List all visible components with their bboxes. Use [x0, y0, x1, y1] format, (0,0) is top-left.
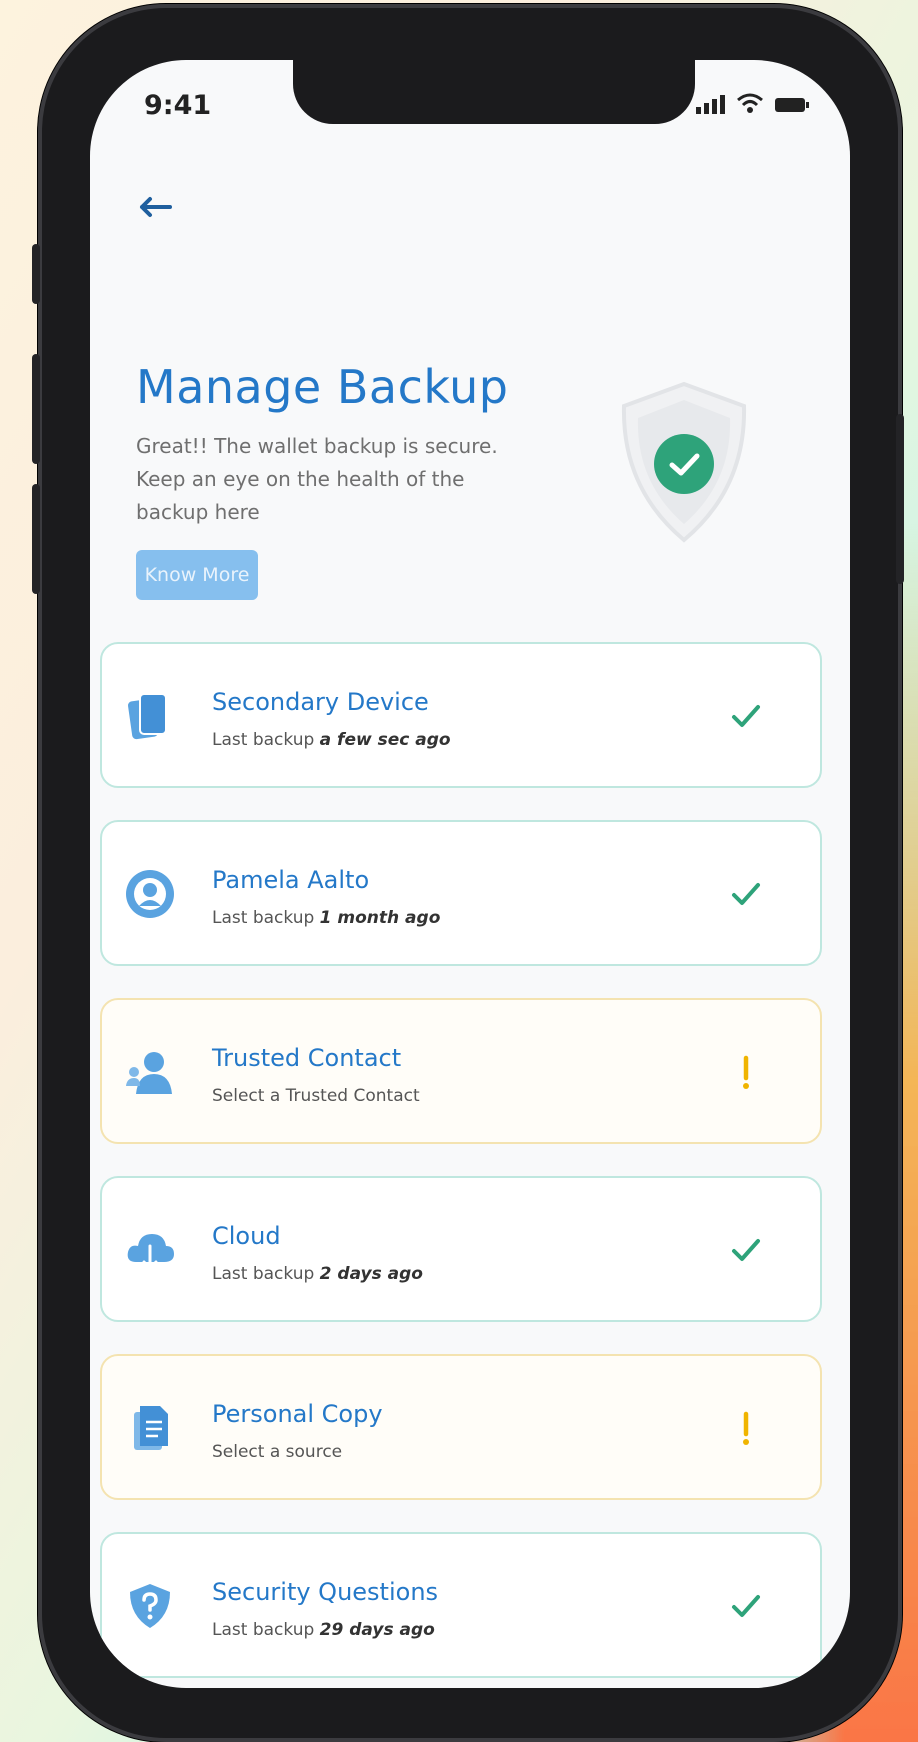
volume-down-button [32, 484, 40, 594]
backup-card-security-questions[interactable]: Security Questions Last backup 29 days ag… [100, 1532, 822, 1678]
backup-detail-time: 1 month ago [319, 908, 441, 928]
backup-detail-time: 29 days ago [319, 1620, 435, 1640]
backup-card-cloud[interactable]: Cloud Last backup 2 days ago [100, 1176, 822, 1322]
app-screen: 9:41 Manage Backup Great!! The wallet ba… [90, 60, 850, 1688]
backup-detail: Select a source [212, 1442, 342, 1462]
backup-detail-prefix: Last backup [212, 1264, 315, 1284]
shield-check-icon [621, 381, 747, 543]
contact-avatar-icon [124, 868, 176, 920]
trusted-contact-icon [124, 1046, 176, 1098]
wifi-icon [737, 93, 763, 113]
checkmark-icon [728, 1588, 764, 1624]
volume-up-button [32, 354, 40, 464]
backup-detail-prefix: Last backup [212, 1620, 315, 1640]
backup-detail-prefix: Last backup [212, 908, 315, 928]
backup-detail: Last backup a few sec ago [212, 730, 451, 750]
backup-card-pamela-aalto[interactable]: Pamela Aalto Last backup 1 month ago [100, 820, 822, 966]
checkmark-icon [728, 698, 764, 734]
status-icons [696, 92, 810, 114]
power-button [896, 414, 904, 584]
backup-name: Cloud [212, 1222, 281, 1250]
phone-frame: 9:41 Manage Backup Great!! The wallet ba… [32, 4, 904, 1742]
backup-name: Security Questions [212, 1578, 439, 1606]
backup-detail: Last backup 1 month ago [212, 908, 440, 928]
back-arrow-icon[interactable] [134, 192, 174, 222]
backup-methods-list: Secondary Device Last backup a few sec ag… [100, 642, 822, 1688]
backup-detail-prefix: Last backup [212, 730, 315, 750]
device-icon [124, 690, 176, 742]
backup-detail-time: 2 days ago [319, 1264, 423, 1284]
backup-name: Pamela Aalto [212, 866, 370, 894]
backup-name: Personal Copy [212, 1400, 383, 1428]
notch [293, 60, 695, 124]
backup-detail: Last backup 29 days ago [212, 1620, 435, 1640]
shield-question-icon [124, 1580, 176, 1632]
warning-icon [728, 1054, 764, 1090]
backup-name: Trusted Contact [212, 1044, 402, 1072]
document-icon [124, 1402, 176, 1454]
backup-detail-prefix: Select a source [212, 1442, 343, 1462]
status-time: 9:41 [144, 90, 212, 121]
warning-icon [728, 1410, 764, 1446]
mute-switch [32, 244, 40, 304]
backup-name: Secondary Device [212, 688, 429, 716]
battery-icon [775, 98, 809, 112]
backup-card-secondary-device[interactable]: Secondary Device Last backup a few sec ag… [100, 642, 822, 788]
backup-detail: Last backup 2 days ago [212, 1264, 423, 1284]
cloud-icon [124, 1224, 176, 1276]
checkmark-icon [728, 1232, 764, 1268]
backup-detail: Select a Trusted Contact [212, 1086, 420, 1106]
backup-detail-time: a few sec ago [319, 730, 451, 750]
page-title: Manage Backup [136, 360, 509, 414]
know-more-button[interactable]: Know More [136, 550, 258, 600]
backup-card-personal-copy[interactable]: Personal Copy Select a source [100, 1354, 822, 1500]
page-subtitle: Great!! The wallet backup is secure. Kee… [136, 434, 498, 524]
backup-detail-prefix: Select a Trusted Contact [212, 1086, 420, 1106]
backup-card-trusted-contact[interactable]: Trusted Contact Select a Trusted Contact [100, 998, 822, 1144]
signal-icon [696, 95, 725, 114]
checkmark-icon [728, 876, 764, 912]
